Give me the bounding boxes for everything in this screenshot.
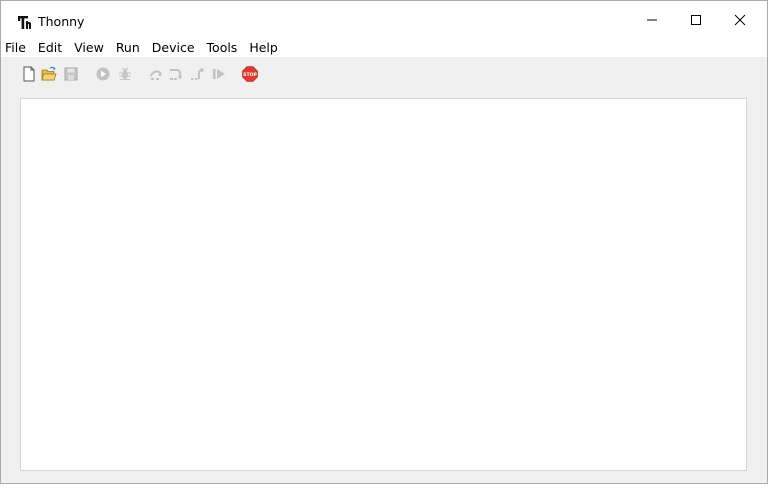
- thonny-logo-icon: [18, 16, 31, 29]
- menu-view[interactable]: View: [68, 38, 110, 57]
- toolbar: STOP: [1, 57, 767, 91]
- stop-icon[interactable]: STOP: [242, 66, 258, 82]
- maximize-icon: [691, 14, 701, 25]
- step-out-icon[interactable]: [190, 66, 206, 82]
- window-title: Thonny: [38, 14, 85, 29]
- minimize-icon: [647, 19, 657, 20]
- maximize-button[interactable]: [673, 1, 719, 38]
- close-button[interactable]: [717, 1, 763, 38]
- menu-bar: File Edit View Run Device Tools Help: [1, 38, 767, 57]
- stop-label: STOP: [243, 72, 257, 78]
- menu-edit[interactable]: Edit: [32, 38, 68, 57]
- debug-icon[interactable]: [117, 66, 133, 82]
- thonny-window: Thonny File Edit View Run Device Tools H…: [0, 0, 768, 484]
- step-into-icon[interactable]: [168, 66, 184, 82]
- minimize-button[interactable]: [629, 1, 675, 38]
- menu-device[interactable]: Device: [146, 38, 201, 57]
- save-icon[interactable]: [63, 66, 79, 82]
- new-file-icon[interactable]: [21, 66, 37, 82]
- editor-area[interactable]: [20, 98, 747, 471]
- step-over-icon[interactable]: [148, 66, 164, 82]
- close-icon: [734, 14, 746, 25]
- resume-icon[interactable]: [211, 66, 227, 82]
- menu-help[interactable]: Help: [243, 38, 284, 57]
- title-bar[interactable]: Thonny: [1, 1, 767, 38]
- menu-tools[interactable]: Tools: [201, 38, 244, 57]
- menu-run[interactable]: Run: [110, 38, 146, 57]
- open-folder-icon[interactable]: [41, 66, 57, 82]
- run-icon[interactable]: [95, 66, 111, 82]
- menu-file[interactable]: File: [1, 38, 32, 57]
